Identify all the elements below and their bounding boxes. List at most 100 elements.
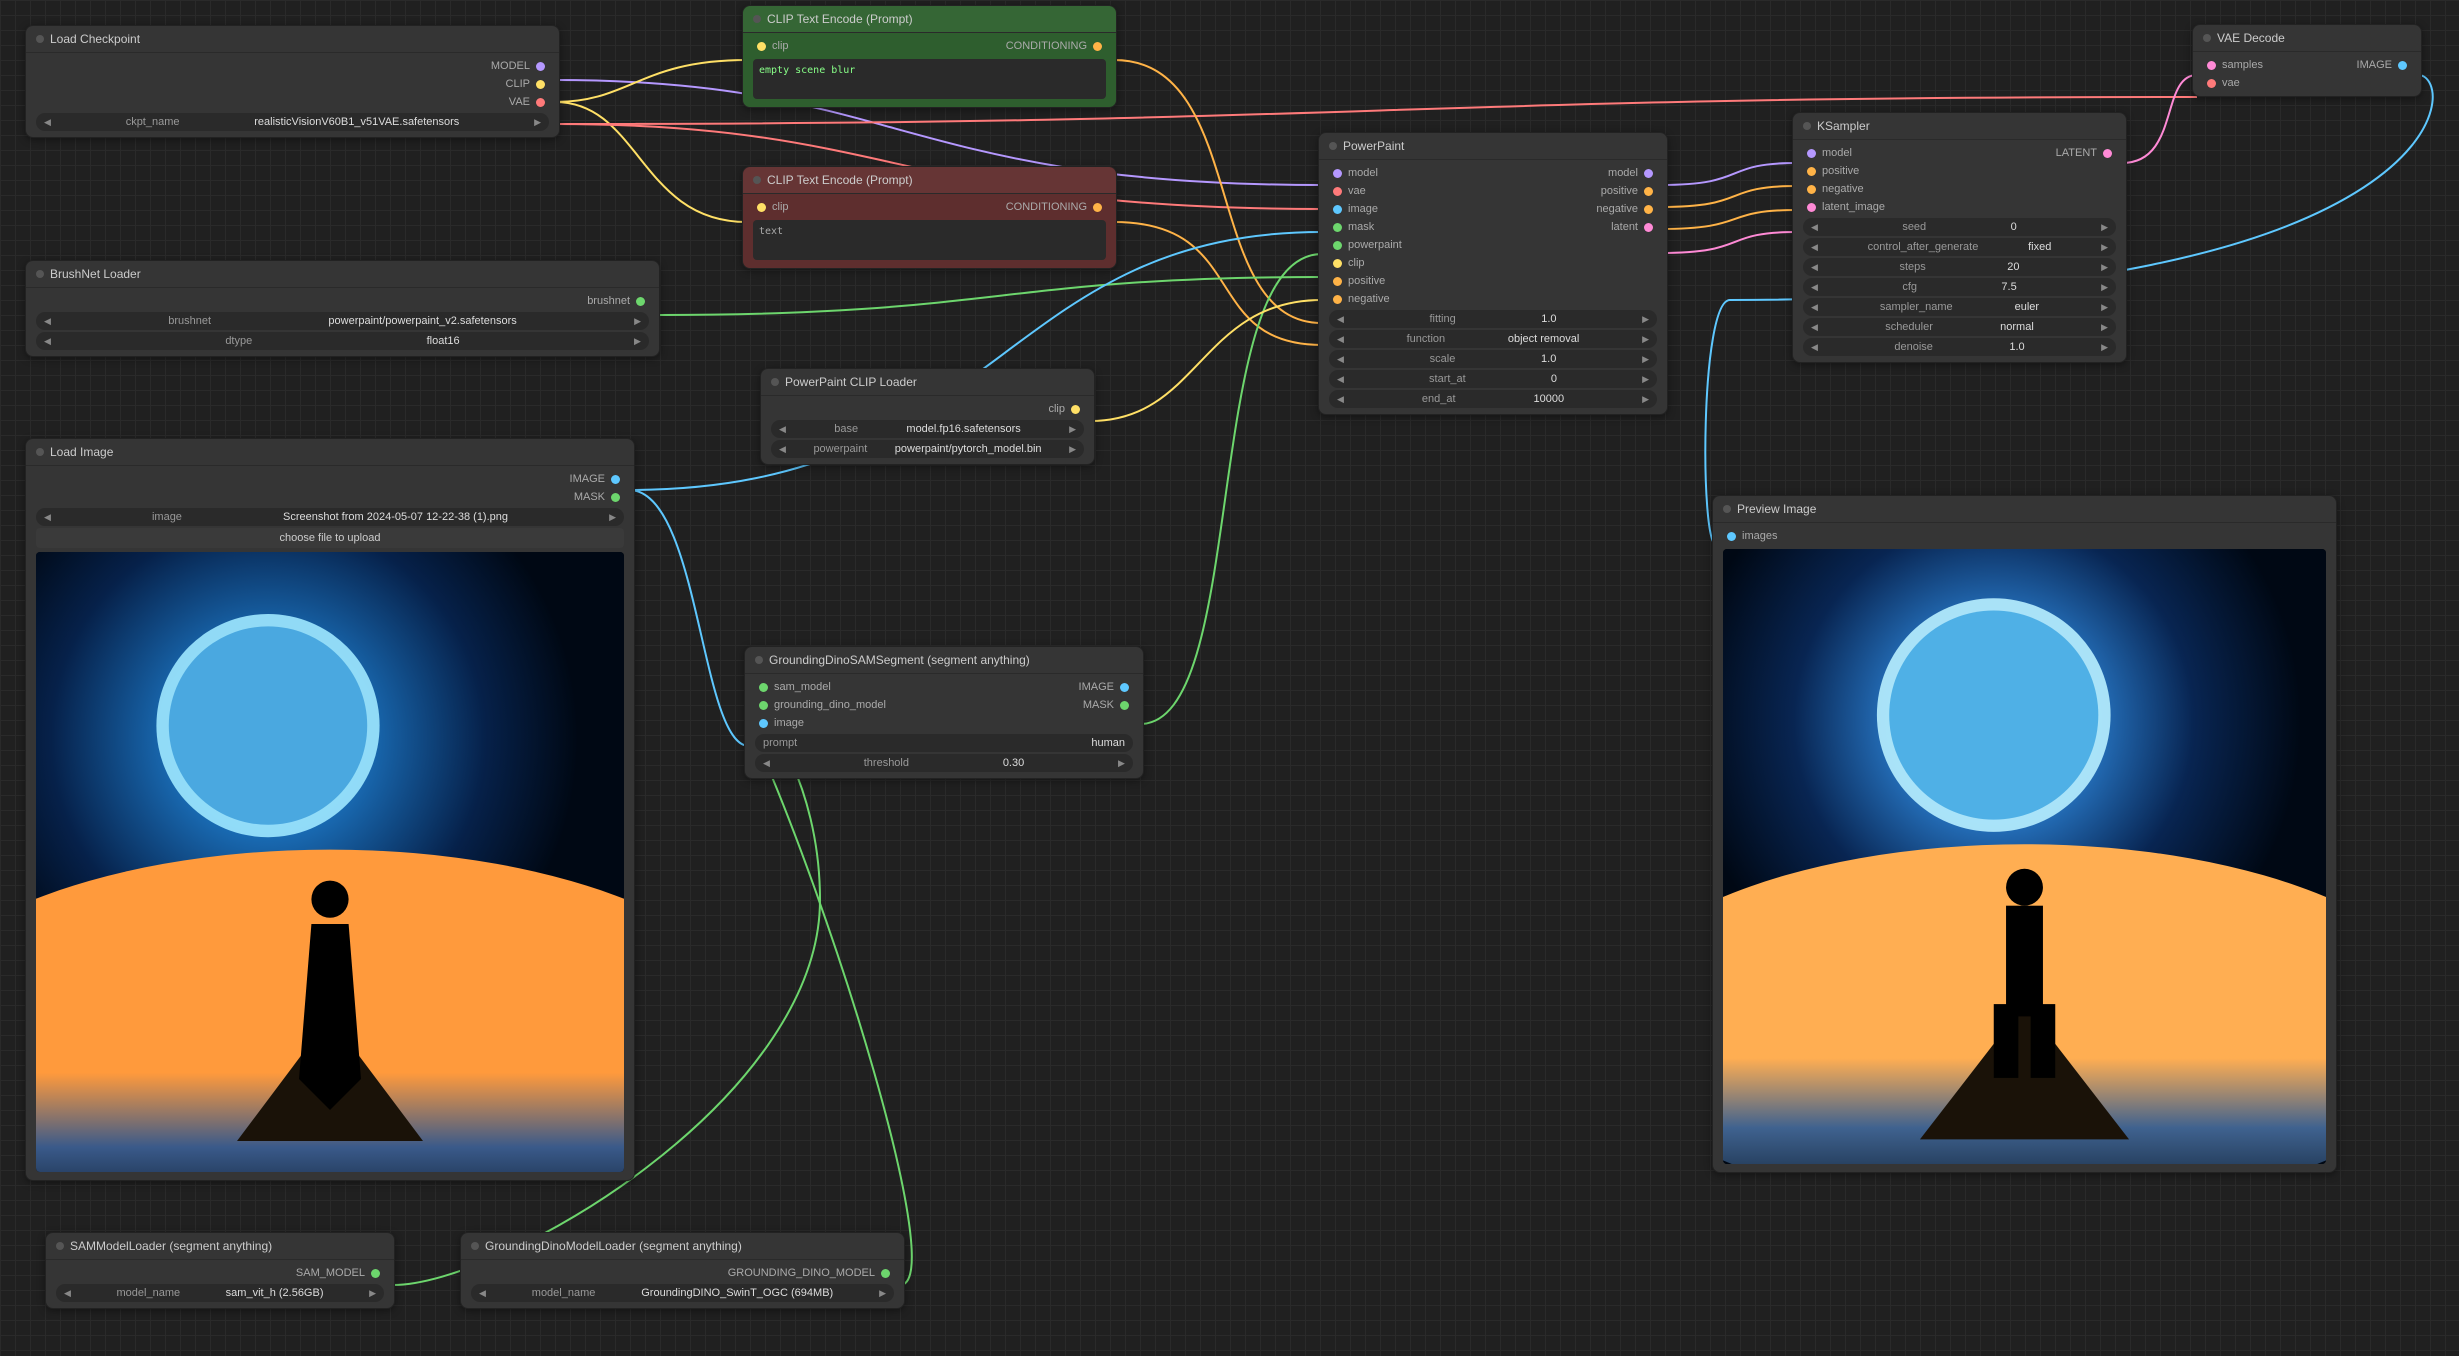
widget-model-name[interactable]: ◀model_namesam_vit_h (2.56GB)▶ <box>56 1284 384 1302</box>
input-mask[interactable]: mask <box>1325 218 1382 236</box>
output-mask[interactable]: MASK <box>32 488 628 506</box>
input-clip[interactable]: clip <box>749 198 797 216</box>
arrow-right-icon[interactable]: ▶ <box>1069 444 1076 455</box>
output-conditioning[interactable]: CONDITIONING <box>998 198 1110 216</box>
arrow-right-icon[interactable]: ▶ <box>634 336 641 347</box>
arrow-left-icon[interactable]: ◀ <box>1811 302 1818 313</box>
arrow-left-icon[interactable]: ◀ <box>1337 314 1344 325</box>
node-title[interactable]: Preview Image <box>1713 496 2336 523</box>
node-title[interactable]: CLIP Text Encode (Prompt) <box>743 6 1116 33</box>
arrow-left-icon[interactable]: ◀ <box>44 512 51 523</box>
output-image[interactable]: IMAGE <box>1071 678 1137 696</box>
output-model[interactable]: model <box>1600 164 1661 182</box>
widget-end-at[interactable]: ◀end_at10000▶ <box>1329 390 1657 408</box>
input-sam-model[interactable]: sam_model <box>751 678 839 696</box>
node-grounding-dino-model-loader[interactable]: GroundingDinoModelLoader (segment anythi… <box>460 1232 905 1309</box>
arrow-right-icon[interactable]: ▶ <box>1118 758 1125 769</box>
arrow-left-icon[interactable]: ◀ <box>1337 374 1344 385</box>
input-samples[interactable]: samples <box>2199 56 2271 74</box>
input-vae[interactable]: vae <box>2199 74 2415 92</box>
arrow-right-icon[interactable]: ▶ <box>1069 424 1076 435</box>
arrow-right-icon[interactable]: ▶ <box>2101 222 2108 233</box>
input-grounding-dino-model[interactable]: grounding_dino_model <box>751 696 894 714</box>
prompt-text[interactable]: text <box>753 220 1106 260</box>
widget-prompt[interactable]: prompthuman <box>755 734 1133 752</box>
widget-function[interactable]: ◀functionobject removal▶ <box>1329 330 1657 348</box>
widget-control-after-generate[interactable]: ◀control_after_generatefixed▶ <box>1803 238 2116 256</box>
node-title[interactable]: BrushNet Loader <box>26 261 659 288</box>
arrow-right-icon[interactable]: ▶ <box>609 512 616 523</box>
output-image[interactable]: IMAGE <box>32 470 628 488</box>
node-graph-canvas[interactable]: Load Checkpoint MODEL CLIP VAE ◀ckpt_nam… <box>0 0 2459 1356</box>
output-latent[interactable]: LATENT <box>2048 144 2120 162</box>
input-positive[interactable]: positive <box>1325 272 1661 290</box>
input-latent-image[interactable]: latent_image <box>1799 198 2120 216</box>
output-clip[interactable]: CLIP <box>32 75 553 93</box>
input-powerpaint[interactable]: powerpaint <box>1325 236 1661 254</box>
arrow-right-icon[interactable]: ▶ <box>1642 354 1649 365</box>
input-image[interactable]: image <box>751 714 1137 732</box>
arrow-right-icon[interactable]: ▶ <box>1642 314 1649 325</box>
widget-cfg[interactable]: ◀cfg7.5▶ <box>1803 278 2116 296</box>
arrow-right-icon[interactable]: ▶ <box>2101 302 2108 313</box>
widget-powerpaint[interactable]: ◀powerpaintpowerpaint/pytorch_model.bin▶ <box>771 440 1084 458</box>
node-title[interactable]: GroundingDinoModelLoader (segment anythi… <box>461 1233 904 1260</box>
arrow-left-icon[interactable]: ◀ <box>1811 342 1818 353</box>
arrow-right-icon[interactable]: ▶ <box>634 316 641 327</box>
arrow-left-icon[interactable]: ◀ <box>1811 242 1818 253</box>
node-title[interactable]: SAMModelLoader (segment anything) <box>46 1233 394 1260</box>
output-negative[interactable]: negative <box>1588 200 1661 218</box>
node-title[interactable]: Load Checkpoint <box>26 26 559 53</box>
arrow-left-icon[interactable]: ◀ <box>44 316 51 327</box>
input-negative[interactable]: negative <box>1799 180 2120 198</box>
arrow-left-icon[interactable]: ◀ <box>1337 334 1344 345</box>
arrow-right-icon[interactable]: ▶ <box>2101 262 2108 273</box>
node-title[interactable]: CLIP Text Encode (Prompt) <box>743 167 1116 194</box>
output-conditioning[interactable]: CONDITIONING <box>998 37 1110 55</box>
node-ksampler[interactable]: KSampler modelLATENT positive negative l… <box>1792 112 2127 363</box>
arrow-left-icon[interactable]: ◀ <box>779 444 786 455</box>
widget-sampler-name[interactable]: ◀sampler_nameeuler▶ <box>1803 298 2116 316</box>
output-grounding-dino-model[interactable]: GROUNDING_DINO_MODEL <box>467 1264 898 1282</box>
input-images[interactable]: images <box>1719 527 2330 545</box>
arrow-left-icon[interactable]: ◀ <box>64 1288 71 1299</box>
widget-image[interactable]: ◀imageScreenshot from 2024-05-07 12-22-3… <box>36 508 624 526</box>
widget-ckpt-name[interactable]: ◀ckpt_namerealisticVisionV60B1_v51VAE.sa… <box>36 113 549 131</box>
output-mask[interactable]: MASK <box>1075 696 1137 714</box>
widget-model-name[interactable]: ◀model_nameGroundingDINO_SwinT_OGC (694M… <box>471 1284 894 1302</box>
arrow-right-icon[interactable]: ▶ <box>2101 322 2108 333</box>
widget-scheduler[interactable]: ◀schedulernormal▶ <box>1803 318 2116 336</box>
node-title[interactable]: KSampler <box>1793 113 2126 140</box>
node-sam-model-loader[interactable]: SAMModelLoader (segment anything) SAM_MO… <box>45 1232 395 1309</box>
output-clip[interactable]: clip <box>767 400 1088 418</box>
arrow-left-icon[interactable]: ◀ <box>1337 354 1344 365</box>
node-load-image[interactable]: Load Image IMAGE MASK ◀imageScreenshot f… <box>25 438 635 1181</box>
arrow-left-icon[interactable]: ◀ <box>779 424 786 435</box>
arrow-left-icon[interactable]: ◀ <box>1337 394 1344 405</box>
arrow-left-icon[interactable]: ◀ <box>479 1288 486 1299</box>
input-model[interactable]: model <box>1325 164 1386 182</box>
arrow-right-icon[interactable]: ▶ <box>879 1288 886 1299</box>
output-brushnet[interactable]: brushnet <box>32 292 653 310</box>
output-positive[interactable]: positive <box>1593 182 1661 200</box>
upload-button[interactable]: choose file to upload <box>36 528 624 548</box>
widget-seed[interactable]: ◀seed0▶ <box>1803 218 2116 236</box>
output-sam-model[interactable]: SAM_MODEL <box>52 1264 388 1282</box>
node-title[interactable]: VAE Decode <box>2193 25 2421 52</box>
node-preview-image[interactable]: Preview Image images <box>1712 495 2337 1173</box>
widget-dtype[interactable]: ◀dtypefloat16▶ <box>36 332 649 350</box>
arrow-left-icon[interactable]: ◀ <box>763 758 770 769</box>
widget-fitting[interactable]: ◀fitting1.0▶ <box>1329 310 1657 328</box>
output-vae[interactable]: VAE <box>32 93 553 111</box>
widget-scale[interactable]: ◀scale1.0▶ <box>1329 350 1657 368</box>
arrow-right-icon[interactable]: ▶ <box>369 1288 376 1299</box>
arrow-left-icon[interactable]: ◀ <box>44 117 51 128</box>
input-negative[interactable]: negative <box>1325 290 1661 308</box>
arrow-right-icon[interactable]: ▶ <box>534 117 541 128</box>
node-brushnet-loader[interactable]: BrushNet Loader brushnet ◀brushnetpowerp… <box>25 260 660 357</box>
arrow-right-icon[interactable]: ▶ <box>1642 334 1649 345</box>
output-model[interactable]: MODEL <box>32 57 553 75</box>
node-title[interactable]: PowerPaint <box>1319 133 1667 160</box>
input-image[interactable]: image <box>1325 200 1386 218</box>
input-vae[interactable]: vae <box>1325 182 1374 200</box>
